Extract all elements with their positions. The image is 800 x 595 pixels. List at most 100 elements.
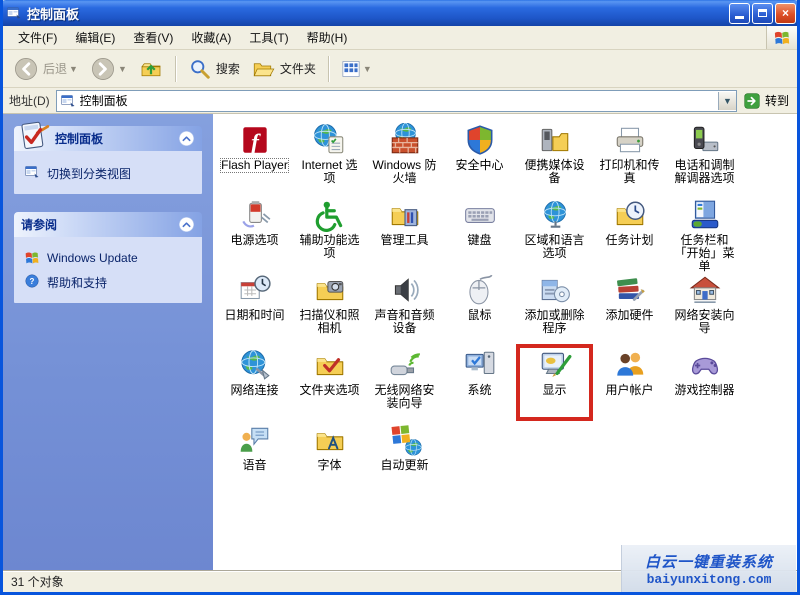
item-label: 无线网络安装向导 — [374, 383, 435, 410]
control-panel-item[interactable]: 安全中心 — [442, 120, 517, 195]
forward-dropdown-icon[interactable]: ▼ — [118, 64, 127, 74]
task-link-label: 切换到分类视图 — [47, 167, 132, 181]
panel-items: 切换到分类视图 — [14, 151, 202, 194]
item-label: 自动更新 — [380, 458, 429, 472]
network-connections-icon — [238, 348, 272, 382]
item-label: 扫描仪和照相机 — [299, 308, 360, 335]
address-bar: 地址(D) 控制面板 ▼ 转到 — [3, 88, 797, 114]
search-icon — [188, 57, 212, 81]
control-panel-item[interactable]: Windows 防火墙 — [367, 120, 442, 195]
task-link[interactable]: Windows Update — [24, 250, 194, 266]
control-panel-item[interactable]: 辅助功能选项 — [292, 195, 367, 270]
go-button[interactable]: 转到 — [743, 92, 793, 110]
menu-item[interactable]: 收藏(A) — [182, 27, 240, 49]
item-label: 便携媒体设备 — [524, 158, 585, 185]
up-folder-icon — [139, 57, 163, 81]
menu-item[interactable]: 帮助(H) — [298, 27, 357, 49]
folders-button[interactable]: 文件夹 — [248, 55, 320, 83]
panel-title: 请参阅 — [21, 218, 58, 232]
control-panel-item[interactable]: 网络安装向导 — [667, 270, 742, 345]
search-button[interactable]: 搜索 — [184, 55, 244, 83]
address-input[interactable]: 控制面板 ▼ — [55, 89, 737, 112]
views-dropdown-icon[interactable]: ▼ — [363, 64, 372, 74]
control-panel-item[interactable]: 任务计划 — [592, 195, 667, 270]
back-button[interactable]: 后退 ▼ — [9, 54, 82, 84]
forward-button[interactable]: ▼ — [86, 54, 131, 84]
item-label: 用户帐户 — [605, 383, 654, 397]
item-label: 打印机和传真 — [599, 158, 660, 185]
control-panel-item[interactable]: 电话和调制解调器选项 — [667, 120, 742, 195]
control-panel-tasks-panel: 控制面板 切换到分类视图 — [14, 121, 202, 194]
control-panel-item[interactable]: 显示 — [516, 344, 593, 421]
control-panel-item[interactable]: Internet 选项 — [292, 120, 367, 195]
item-label: 游戏控制器 — [674, 383, 735, 397]
menu-item[interactable]: 文件(F) — [9, 27, 66, 49]
folder-options-icon — [313, 348, 347, 382]
keyboard-icon — [463, 198, 497, 232]
close-button[interactable]: × — [775, 2, 796, 24]
control-panel-item[interactable]: 用户帐户 — [592, 345, 667, 420]
fonts-icon — [313, 423, 347, 457]
internet-options-icon — [313, 123, 347, 157]
control-panel-item[interactable]: f Flash Player — [217, 120, 292, 195]
up-button[interactable] — [135, 55, 167, 83]
control-panel-item[interactable]: 无线网络安装向导 — [367, 345, 442, 420]
watermark-url: baiyunxitong.com — [646, 571, 772, 587]
minimize-button[interactable] — [729, 2, 750, 24]
views-button[interactable]: ▼ — [337, 57, 376, 81]
menu-item[interactable]: 查看(V) — [124, 27, 182, 49]
control-panel-item[interactable]: 区域和语言选项 — [517, 195, 592, 270]
control-panel-item[interactable]: 自动更新 — [367, 420, 442, 495]
control-panel-item[interactable]: 声音和音频设备 — [367, 270, 442, 345]
folders-label: 文件夹 — [279, 62, 316, 76]
item-label: 语音 — [242, 458, 267, 472]
control-panel-window: 控制面板 × 文件(F) 编辑(E) 查看(V) 收藏(A) 工具(T) 帮助(H) 后退… — [0, 0, 800, 595]
control-panel-item[interactable]: 便携媒体设备 — [517, 120, 592, 195]
control-panel-item[interactable]: 网络连接 — [217, 345, 292, 420]
maximize-button[interactable] — [752, 2, 773, 24]
item-label: 区域和语言选项 — [524, 233, 585, 260]
item-label: 添加或删除程序 — [524, 308, 585, 335]
control-panel-item[interactable]: 日期和时间 — [217, 270, 292, 345]
task-link-label: 帮助和支持 — [47, 276, 108, 290]
address-dropdown-icon[interactable]: ▼ — [717, 91, 736, 110]
control-panel-item[interactable]: 游戏控制器 — [667, 345, 742, 420]
control-panel-item[interactable]: 添加或删除程序 — [517, 270, 592, 345]
network-setup-wizard-icon — [688, 273, 722, 307]
control-panel-icon — [16, 119, 50, 153]
panel-header: 控制面板 — [14, 121, 202, 151]
window-title: 控制面板 — [27, 6, 80, 22]
panel-title: 控制面板 — [55, 132, 104, 146]
control-panel-item[interactable]: 系统 — [442, 345, 517, 420]
control-panel-item[interactable]: 打印机和传真 — [592, 120, 667, 195]
panel-items: Windows Update? 帮助和支持 — [14, 237, 202, 303]
control-panel-item[interactable]: 任务栏和「开始」菜单 — [667, 195, 742, 273]
control-panel-item[interactable]: 鼠标 — [442, 270, 517, 345]
task-link[interactable]: 切换到分类视图 — [24, 164, 194, 182]
control-panel-item[interactable]: 扫描仪和照相机 — [292, 270, 367, 345]
item-label: 电源选项 — [230, 233, 279, 247]
control-panel-item[interactable]: 电源选项 — [217, 195, 292, 270]
watermark: 白云一键重装系统 baiyunxitong.com — [621, 545, 796, 592]
menu-item[interactable]: 编辑(E) — [66, 27, 124, 49]
menu-item[interactable]: 工具(T) — [240, 27, 297, 49]
item-label: 任务计划 — [605, 233, 654, 247]
portable-media-icon — [538, 123, 572, 157]
item-label: 声音和音频设备 — [374, 308, 435, 335]
control-panel-item[interactable]: 键盘 — [442, 195, 517, 270]
back-dropdown-icon[interactable]: ▼ — [69, 64, 78, 74]
collapse-chevron-icon[interactable] — [178, 130, 195, 147]
regional-language-icon — [538, 198, 572, 232]
control-panel-item[interactable]: 语音 — [217, 420, 292, 495]
back-icon — [13, 56, 39, 82]
control-panel-item[interactable]: 字体 — [292, 420, 367, 495]
toolbar-separator — [174, 55, 176, 82]
control-panel-item[interactable]: 管理工具 — [367, 195, 442, 270]
control-panel-item[interactable]: 添加硬件 — [592, 270, 667, 345]
collapse-chevron-icon[interactable] — [178, 216, 195, 233]
add-remove-programs-icon — [538, 273, 572, 307]
help-icon: ? — [24, 273, 40, 289]
folders-icon — [252, 57, 276, 81]
task-link[interactable]: ? 帮助和支持 — [24, 273, 194, 291]
control-panel-item[interactable]: 文件夹选项 — [292, 345, 367, 420]
